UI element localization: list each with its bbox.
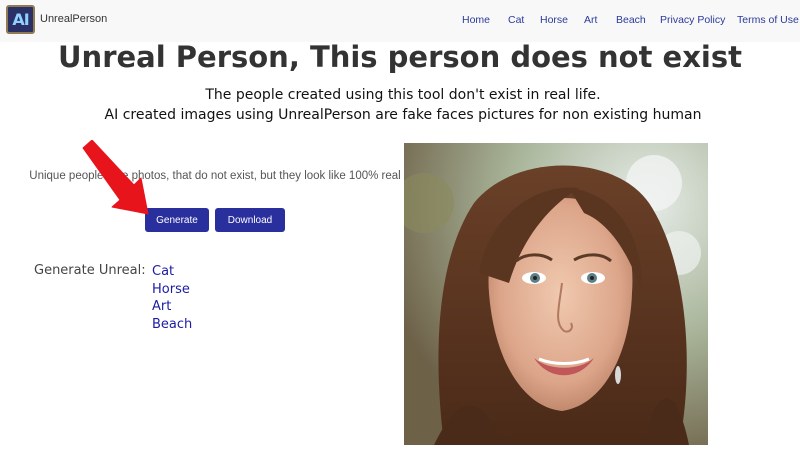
download-button[interactable]: Download <box>215 208 285 232</box>
generated-face-photo <box>404 143 708 445</box>
nav-link-cat[interactable]: Cat <box>508 14 524 26</box>
generate-link-beach[interactable]: Beach <box>152 316 192 334</box>
generate-link-horse[interactable]: Horse <box>152 281 192 299</box>
nav-link-beach[interactable]: Beach <box>616 14 646 26</box>
red-arrow-icon <box>82 140 149 215</box>
nav-link-terms-of-use[interactable]: Terms of Use <box>737 14 799 26</box>
subtitle-line-1: The people created using this tool don't… <box>205 87 601 103</box>
brand-link[interactable]: UnrealPerson <box>40 13 107 25</box>
nav-link-art[interactable]: Art <box>584 14 597 26</box>
ai-logo-icon[interactable]: AI <box>6 5 35 34</box>
logo-text: AI <box>12 10 29 29</box>
navbar: AI UnrealPerson Home Cat Horse Art Beach… <box>0 0 800 42</box>
nav-link-home[interactable]: Home <box>462 14 490 26</box>
nav-link-privacy-policy[interactable]: Privacy Policy <box>660 14 725 26</box>
generate-unreal-label: Generate Unreal: <box>34 263 146 278</box>
page-title: Unreal Person, This person does not exis… <box>58 40 742 74</box>
nav-link-horse[interactable]: Horse <box>540 14 568 26</box>
subtitle-line-2: AI created images using UnrealPerson are… <box>104 107 702 123</box>
generate-link-cat[interactable]: Cat <box>152 263 192 281</box>
generate-links: Cat Horse Art Beach <box>152 263 192 333</box>
generate-link-art[interactable]: Art <box>152 298 192 316</box>
